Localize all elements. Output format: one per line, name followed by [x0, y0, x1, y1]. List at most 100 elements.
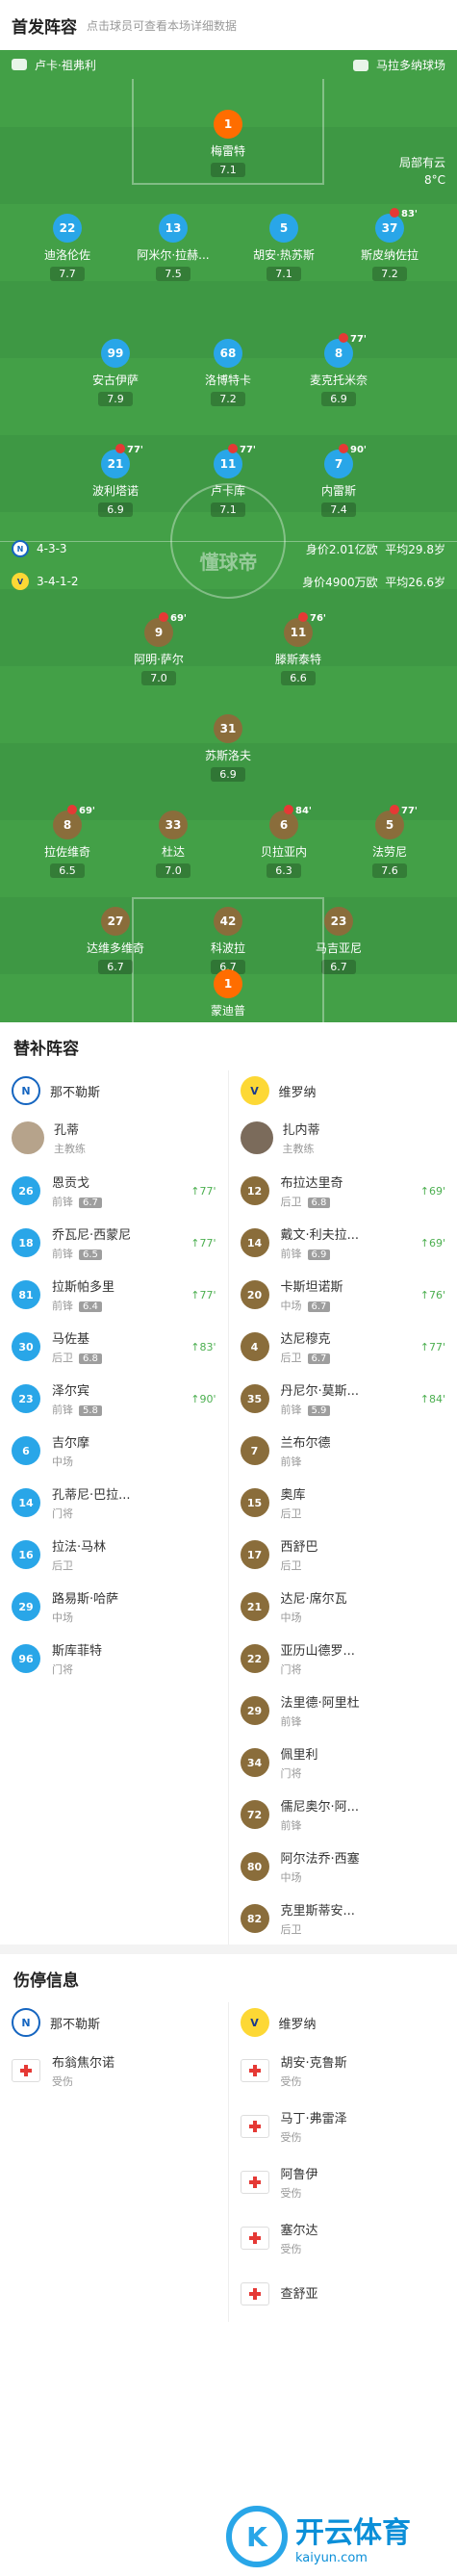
player-position: 后卫 6.7 [281, 1350, 420, 1365]
napoli-player[interactable]: 37 83' 斯皮纳佐拉 7.2 [342, 208, 438, 281]
sub-player-row[interactable]: 35 丹尼尔·莫斯... 前锋 5.9 ↑84' [229, 1373, 457, 1425]
sub-player-row[interactable]: 96 斯库菲特 门将 [0, 1633, 228, 1685]
sub-player-row[interactable]: 4 达尼穆克 后卫 6.7 ↑77' [229, 1321, 457, 1373]
player-name: 安古伊萨 [91, 374, 139, 387]
player-position: 中场 [52, 1611, 73, 1624]
coach-avatar [12, 1121, 44, 1154]
player-score: 5.9 [307, 1405, 331, 1416]
injury-row[interactable]: 马丁·弗雷泽 受伤 [229, 2099, 457, 2154]
napoli-player[interactable]: 13 阿米尔·拉赫... 7.5 [125, 214, 221, 281]
injury-status: 受伤 [280, 2131, 302, 2144]
sub-player-row[interactable]: 18 乔瓦尼·西蒙尼 前锋 6.5 ↑77' [0, 1217, 228, 1269]
napoli-badge-icon: N [12, 1076, 40, 1105]
napoli-player[interactable]: 1 梅雷特 7.1 [180, 110, 276, 177]
sub-player-row[interactable]: 23 泽尔宾 前锋 5.8 ↑90' [0, 1373, 228, 1425]
napoli-player[interactable]: 5 胡安·热苏斯 7.1 [236, 214, 332, 281]
player-name: 西舒巴 [280, 1540, 318, 1555]
verona-player[interactable]: 27 达维多维奇 6.7 [67, 907, 164, 974]
verona-player[interactable]: 6 84' 贝拉亚内 6.3 [236, 805, 332, 878]
injury-row[interactable]: 阿鲁伊 受伤 [229, 2154, 457, 2210]
sub-player-row[interactable]: 72 儒尼奥尔·阿... 前锋 [229, 1789, 457, 1841]
verona-player[interactable]: 11 76' 滕斯泰特 6.6 [250, 612, 346, 685]
jersey-number: 21 77' [101, 444, 143, 478]
player-position: 后卫 [280, 1559, 302, 1572]
home-coach[interactable]: 孔蒂 主教练 [0, 1111, 228, 1165]
verona-player[interactable]: 33 杜达 7.0 [125, 811, 221, 878]
coach-avatar [240, 1121, 273, 1154]
stadium-icon [352, 59, 368, 71]
jersey-number: 80 [240, 1852, 269, 1881]
sub-player-row[interactable]: 14 戴文·利夫拉... 前锋 6.9 ↑69' [229, 1217, 457, 1269]
player-position: 前锋 5.8 [52, 1402, 190, 1417]
temperature: 8°C [423, 173, 445, 187]
substitution-marker: 90' [339, 444, 367, 455]
napoli-player[interactable]: 7 90' 内雷斯 7.4 [291, 444, 387, 517]
away-coach[interactable]: 扎内蒂 主教练 [229, 1111, 457, 1165]
sub-player-row[interactable]: 29 路易斯·哈萨 中场 [0, 1581, 228, 1633]
verona-player[interactable]: 31 苏斯洛夫 6.9 [180, 714, 276, 782]
verona-player[interactable]: 8 69' 拉佐维奇 6.5 [19, 805, 115, 878]
away-team-name: 维罗纳 [278, 1085, 317, 1100]
sub-off-icon [298, 612, 309, 622]
injuries-away: V 维罗纳 胡安·克鲁斯 受伤 马丁·弗雷泽 受伤 阿鲁伊 受伤 塞尔达 受伤 查舒亚 [229, 2002, 457, 2322]
sub-player-row[interactable]: 81 拉斯帕多里 前锋 6.4 ↑77' [0, 1269, 228, 1321]
sub-player-row[interactable]: 20 卡斯坦诺斯 中场 6.7 ↑76' [229, 1269, 457, 1321]
sub-on-minute: ↑83' [190, 1340, 216, 1353]
napoli-player[interactable]: 11 77' 卢卡库 7.1 [180, 444, 276, 517]
verona-player[interactable]: 23 马吉亚尼 6.7 [291, 907, 387, 974]
sub-off-icon [339, 333, 349, 343]
player-rating: 7.9 [98, 392, 133, 406]
jersey-number: 27 [101, 907, 130, 936]
verona-player[interactable]: 9 69' 阿明·萨尔 7.0 [111, 612, 207, 685]
sub-player-row[interactable]: 29 法里德·阿里杜 前锋 [229, 1685, 457, 1737]
injury-status: 受伤 [52, 2075, 73, 2088]
player-name: 恩贡戈 [52, 1176, 90, 1191]
sub-player-row[interactable]: 7 兰布尔德 前锋 [229, 1425, 457, 1477]
sub-player-row[interactable]: 34 佩里利 门将 [229, 1737, 457, 1789]
injury-row[interactable]: 布翁焦尔诺 受伤 [0, 2043, 228, 2099]
sub-player-row[interactable]: 15 奥库 后卫 [229, 1477, 457, 1529]
jersey-number: 33 [159, 811, 188, 839]
napoli-player[interactable]: 8 77' 麦克托米奈 6.9 [291, 333, 387, 406]
napoli-player[interactable]: 68 洛博特卡 7.2 [180, 339, 276, 406]
player-rating: 7.4 [321, 502, 356, 517]
match-info-row: 卢卡·祖弗利 马拉多纳球场 [0, 50, 457, 79]
sub-player-row[interactable]: 21 达尼·席尔瓦 中场 [229, 1581, 457, 1633]
sub-player-row[interactable]: 17 西舒巴 后卫 [229, 1529, 457, 1581]
jersey-number: 82 [240, 1904, 269, 1933]
sub-off-icon [159, 612, 169, 622]
verona-player[interactable]: 1蒙迪普6.1 [180, 969, 276, 1022]
sub-player-row[interactable]: 16 拉法·马林 后卫 [0, 1529, 228, 1581]
sub-player-row[interactable]: 6 吉尔摩 中场 [0, 1425, 228, 1477]
napoli-player[interactable]: 22 迪洛伦佐 7.7 [19, 214, 115, 281]
jersey-number: 99 [101, 339, 130, 368]
player-name: 达尼穆克 [280, 1332, 331, 1347]
player-position: 中场 6.7 [281, 1298, 420, 1313]
player-position: 前锋 6.5 [52, 1246, 190, 1261]
sub-player-row[interactable]: 22 亚历山德罗... 门将 [229, 1633, 457, 1685]
injury-row[interactable]: 胡安·克鲁斯 受伤 [229, 2043, 457, 2099]
player-name: 马吉亚尼 [315, 941, 362, 955]
jersey-number: 6 [12, 1436, 40, 1465]
sub-player-row[interactable]: 12 布拉达里奇 后卫 6.8 ↑69' [229, 1165, 457, 1217]
sub-player-row[interactable]: 26 恩贡戈 前锋 6.7 ↑77' [0, 1165, 228, 1217]
injury-row[interactable]: 查舒亚 [229, 2266, 457, 2322]
sub-player-row[interactable]: 30 马佐基 后卫 6.8 ↑83' [0, 1321, 228, 1373]
sub-player-row[interactable]: 14 孔蒂尼·巴拉... 门将 [0, 1477, 228, 1529]
verona-player[interactable]: 42 科波拉 6.7 [180, 907, 276, 974]
sub-off-icon [390, 208, 400, 218]
napoli-player[interactable]: 21 77' 波利塔诺 6.9 [67, 444, 164, 517]
coach-name: 扎内蒂 [282, 1123, 320, 1138]
player-name: 洛博特卡 [204, 374, 251, 387]
verona-player[interactable]: 5 77' 法劳尼 7.6 [342, 805, 438, 878]
player-name: 斯库菲特 [52, 1644, 103, 1659]
sub-player-row[interactable]: 80 阿尔法乔·西塞 中场 [229, 1841, 457, 1893]
player-score: 6.7 [307, 1301, 331, 1312]
subs-columns: N 那不勒斯 孔蒂 主教练 26 恩贡戈 前锋 6.7 ↑77' 18 乔瓦尼·西蒙尼 前锋 6.… [0, 1070, 457, 1945]
player-rating: 6.6 [281, 671, 316, 685]
sub-player-row[interactable]: 82 克里斯蒂安... 后卫 [229, 1893, 457, 1945]
napoli-player[interactable]: 99 安古伊萨 7.9 [67, 339, 164, 406]
player-name: 波利塔诺 [91, 484, 139, 498]
weather-text: 局部有云 [398, 156, 445, 169]
injury-row[interactable]: 塞尔达 受伤 [229, 2210, 457, 2266]
